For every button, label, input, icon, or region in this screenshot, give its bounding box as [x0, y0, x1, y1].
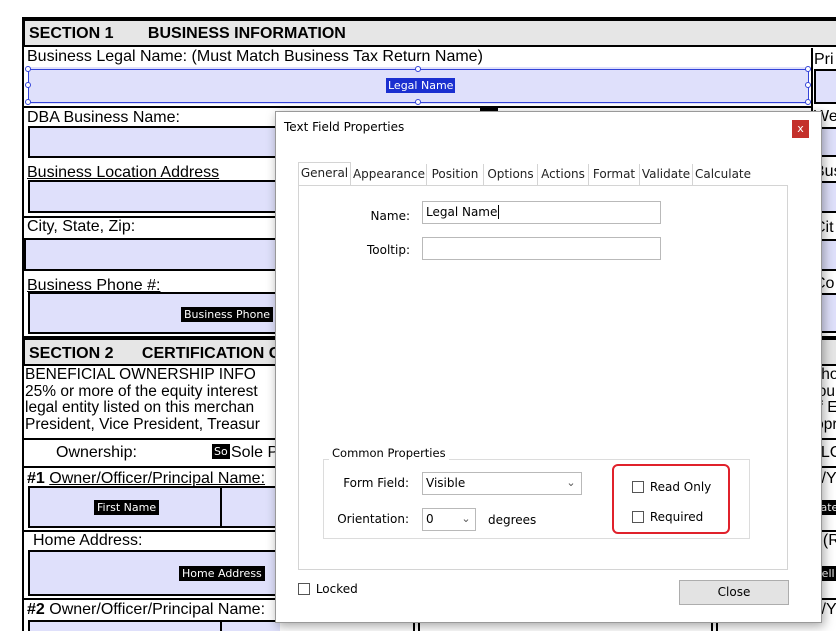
name-label: Name:: [370, 209, 410, 223]
form-left-border: [22, 17, 24, 631]
tab-validate[interactable]: Validate: [640, 164, 693, 185]
ownership-option: Sole P: [231, 444, 279, 461]
first-name-field-label: First Name: [94, 500, 160, 515]
last-name-field[interactable]: [220, 486, 280, 528]
close-button[interactable]: Close: [679, 580, 789, 605]
beneficial-line: legal entity listed on this merchan: [25, 399, 255, 416]
orientation-select[interactable]: 0 ⌄: [422, 508, 476, 531]
resize-handle[interactable]: [25, 99, 31, 105]
section1-header: SECTION 1 BUSINESS INFORMATION: [22, 17, 836, 47]
home-address-label: Home Address:: [33, 532, 143, 549]
text-cursor: [498, 205, 500, 219]
owner2-number: #2: [27, 601, 45, 618]
name-input[interactable]: Legal Name: [422, 201, 661, 224]
tab-appearance[interactable]: Appearance: [352, 164, 427, 185]
highlight-box: [612, 464, 730, 534]
tab-format[interactable]: Format: [589, 164, 640, 185]
beneficial-line: 25% or more of the equity interest: [25, 382, 258, 400]
text-field-properties-dialog: Text Field Properties x General Appearan…: [275, 111, 822, 623]
resize-handle[interactable]: [25, 66, 31, 72]
read-only-option[interactable]: Read Only: [632, 479, 711, 494]
legal-name-label: Business Legal Name: (Must Match Busines…: [27, 48, 483, 65]
beneficial-text: BENEFICIAL OWNERSHIP INFO 25% or more of…: [25, 366, 260, 433]
city-label: City, State, Zip:: [27, 218, 136, 235]
tab-position[interactable]: Position: [427, 164, 484, 185]
right-col-field[interactable]: [814, 69, 836, 104]
owner2-last-field[interactable]: [220, 620, 280, 631]
common-properties-label: Common Properties: [329, 446, 449, 460]
chevron-down-icon: ⌄: [566, 476, 576, 489]
tab-bar: General Appearance Position Options Acti…: [298, 162, 788, 186]
orientation-value: 0: [426, 512, 434, 526]
city-field[interactable]: [24, 238, 288, 271]
dialog-title: Text Field Properties: [284, 120, 405, 134]
right-col-label: Pri: [814, 51, 834, 68]
phone-field-label: Business Phone: [181, 307, 274, 322]
name-input-value: Legal Name: [426, 205, 498, 219]
tab-options[interactable]: Options: [484, 164, 538, 185]
required-checkbox[interactable]: [632, 510, 644, 523]
section1-number: SECTION 1: [29, 25, 114, 42]
ownership-field-label[interactable]: So: [212, 444, 230, 459]
tooltip-label: Tooltip:: [366, 243, 410, 257]
form-field-value: Visible: [426, 476, 466, 490]
tab-calculate[interactable]: Calculate: [693, 164, 753, 185]
owner2-title: #2 Owner/Officer/Principal Name:: [27, 601, 265, 619]
section2-title: CERTIFICATION C: [141, 345, 281, 362]
resize-handle[interactable]: [25, 82, 31, 88]
chevron-down-icon: ⌄: [461, 512, 471, 525]
section1-title: BUSINESS INFORMATION: [147, 25, 346, 42]
required-option[interactable]: Required: [632, 509, 703, 524]
locked-checkbox[interactable]: [298, 582, 310, 595]
required-label: Required: [649, 509, 704, 524]
home-address-field-label: Home Address: [179, 566, 265, 581]
legal-name-field-label: Legal Name: [386, 78, 456, 93]
locked-option[interactable]: Locked: [298, 581, 358, 596]
owner1-label: Owner/Officer/Principal Name:: [49, 470, 266, 487]
section2-number: SECTION 2: [29, 345, 114, 362]
resize-handle[interactable]: [415, 99, 421, 105]
beneficial-line: BENEFICIAL OWNERSHIP INFO: [25, 366, 256, 383]
degrees-label: degrees: [488, 513, 537, 527]
location-field[interactable]: [28, 180, 288, 213]
form-field-label: Form Field:: [343, 476, 409, 490]
tooltip-input[interactable]: [422, 237, 661, 260]
owner2-first-field[interactable]: [28, 620, 222, 631]
dba-field[interactable]: [28, 126, 288, 158]
ownership-label: Ownership:: [56, 444, 137, 461]
owner1-number: #1: [27, 470, 45, 487]
orientation-label: Orientation:: [337, 512, 409, 526]
read-only-checkbox[interactable]: [632, 480, 644, 493]
form-field-select[interactable]: Visible ⌄: [422, 472, 582, 495]
tab-actions[interactable]: Actions: [538, 164, 589, 185]
beneficial-line: President, Vice President, Treasur: [25, 415, 260, 433]
dba-label: DBA Business Name:: [27, 109, 180, 126]
owner2-label: Owner/Officer/Principal Name:: [49, 601, 266, 618]
row-divider: [22, 106, 812, 108]
locked-label: Locked: [315, 581, 358, 596]
close-icon[interactable]: x: [792, 120, 809, 138]
resize-handle[interactable]: [415, 66, 421, 72]
read-only-label: Read Only: [649, 479, 712, 494]
tab-general[interactable]: General: [298, 162, 351, 185]
